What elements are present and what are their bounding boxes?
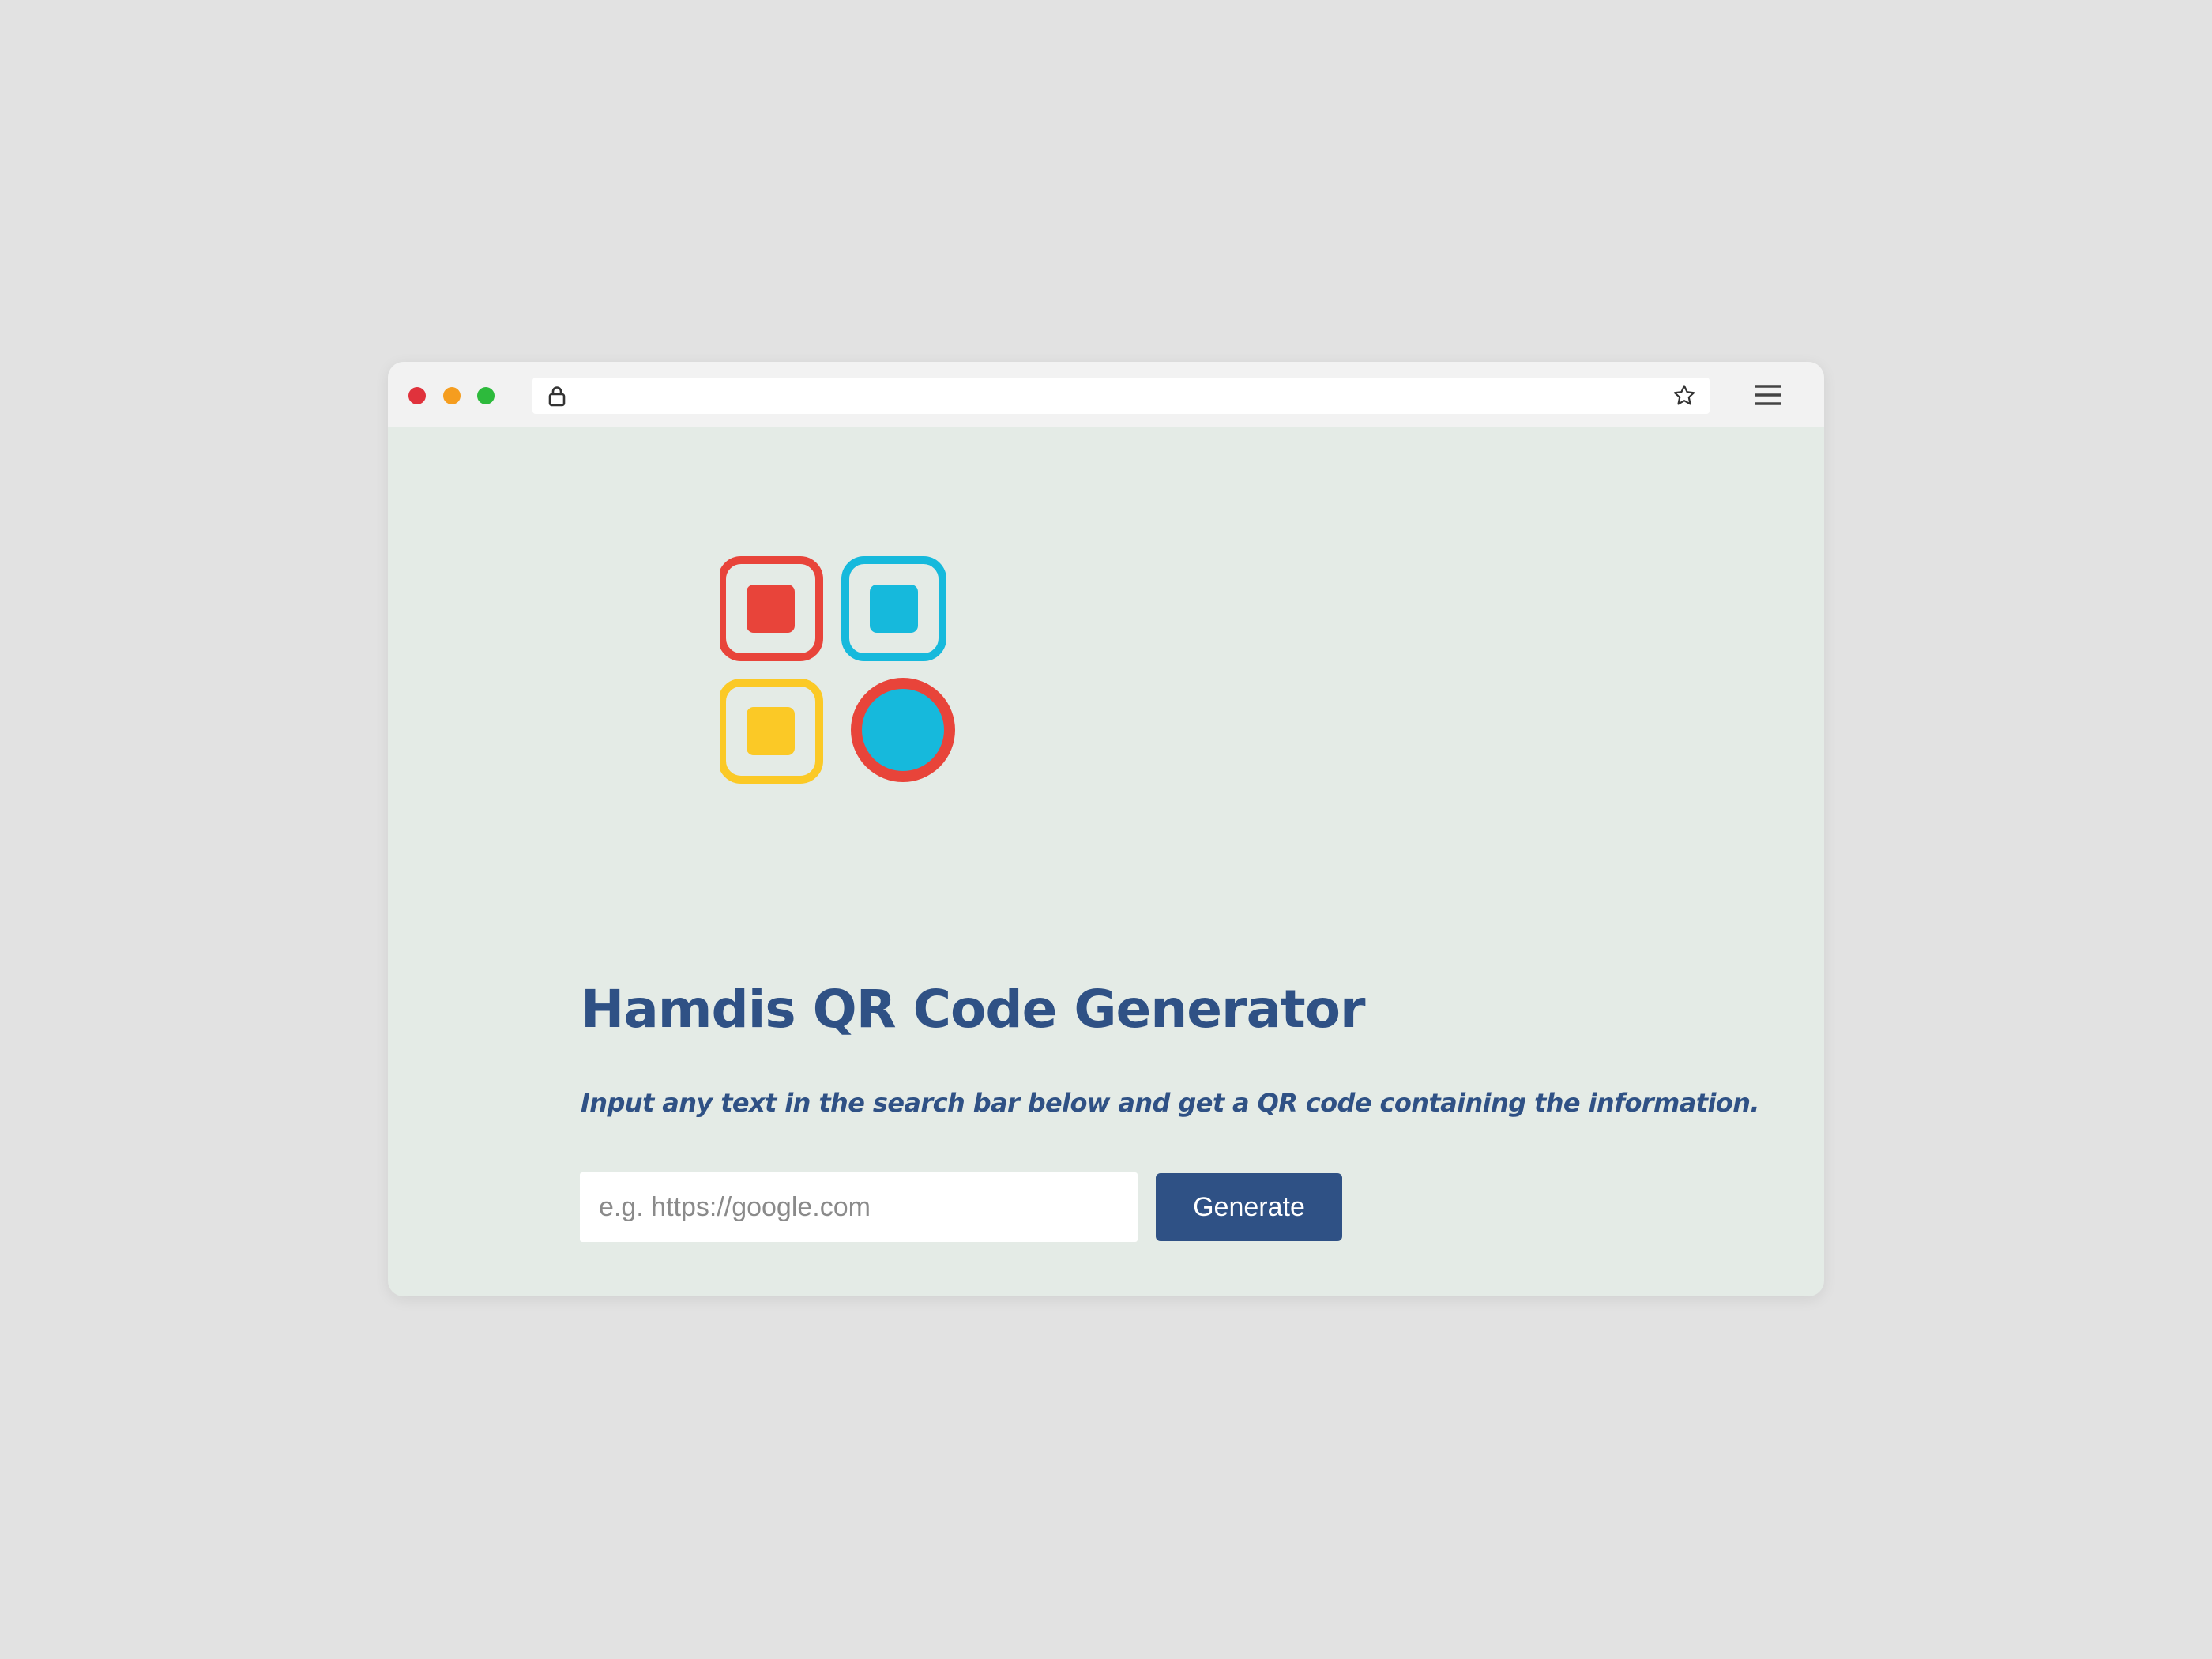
qr-text-input[interactable] [580, 1172, 1138, 1242]
page-title: Hamdis QR Code Generator [581, 979, 1366, 1040]
hamburger-menu-icon[interactable] [1752, 382, 1784, 408]
star-icon[interactable] [1672, 383, 1697, 408]
generate-button[interactable]: Generate [1156, 1173, 1342, 1241]
browser-toolbar [388, 362, 1824, 427]
lock-icon [548, 386, 566, 407]
page-subtitle: Input any text in the search bar below a… [581, 1088, 1760, 1118]
minimize-window-button[interactable] [443, 387, 461, 404]
address-bar[interactable] [532, 378, 1710, 414]
close-window-button[interactable] [408, 387, 426, 404]
browser-window: Hamdis QR Code Generator Input any text … [388, 362, 1824, 1296]
maximize-window-button[interactable] [477, 387, 495, 404]
qr-code-logo-icon [720, 556, 955, 784]
